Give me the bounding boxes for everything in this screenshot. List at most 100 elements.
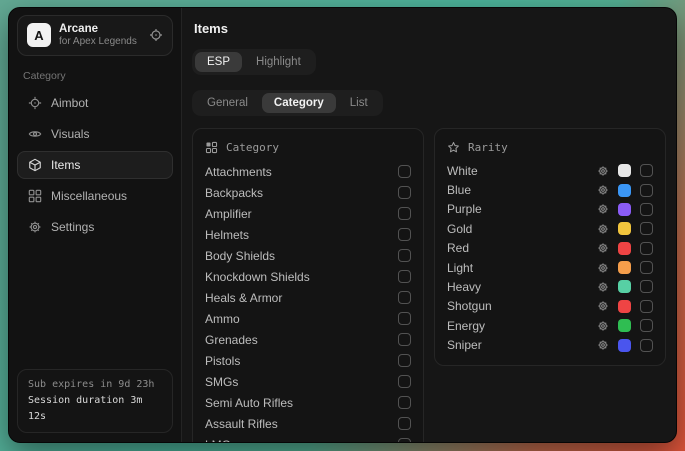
checkbox[interactable] [398, 207, 411, 220]
rarity-row-white[interactable]: White [447, 161, 653, 180]
checkbox[interactable] [398, 249, 411, 262]
checkbox[interactable] [640, 261, 653, 274]
sidebar-item-aimbot[interactable]: Aimbot [17, 89, 173, 117]
checkbox[interactable] [640, 242, 653, 255]
rarity-row-controls [597, 242, 653, 255]
checkbox[interactable] [398, 333, 411, 346]
gear-icon[interactable] [597, 165, 609, 177]
category-row-body-shields[interactable]: Body Shields [205, 245, 411, 266]
gear-icon[interactable] [597, 242, 609, 254]
sidebar-item-visuals[interactable]: Visuals [17, 120, 173, 148]
sub-expiry-text: Sub expires in 9d 23h [28, 377, 162, 393]
gear-icon[interactable] [597, 262, 609, 274]
rarity-rows: White Blue Purple Gold Red Light Heavy Shotgun E… [447, 161, 653, 355]
tab-category[interactable]: Category [262, 93, 336, 113]
rarity-row-energy[interactable]: Energy [447, 316, 653, 335]
color-swatch[interactable] [618, 261, 631, 274]
gear-icon[interactable] [597, 300, 609, 312]
category-row-smgs[interactable]: SMGs [205, 371, 411, 392]
color-swatch[interactable] [618, 184, 631, 197]
sidebar-item-settings[interactable]: Settings [17, 213, 173, 241]
checkbox[interactable] [640, 203, 653, 216]
subscription-card: Sub expires in 9d 23h Session duration 3… [17, 369, 173, 433]
checkbox[interactable] [640, 300, 653, 313]
sidebar-item-label: Miscellaneous [51, 189, 127, 203]
sidebar-item-label: Settings [51, 220, 94, 234]
category-row-heals-armor[interactable]: Heals & Armor [205, 287, 411, 308]
rarity-row-gold[interactable]: Gold [447, 219, 653, 238]
gear-icon[interactable] [597, 184, 609, 196]
rarity-row-heavy[interactable]: Heavy [447, 277, 653, 296]
color-swatch[interactable] [618, 280, 631, 293]
category-row-semi-auto-rifles[interactable]: Semi Auto Rifles [205, 392, 411, 413]
rarity-row-label: White [447, 164, 597, 178]
category-row-lmgs[interactable]: LMGs [205, 434, 411, 442]
checkbox[interactable] [398, 417, 411, 430]
category-row-amplifier[interactable]: Amplifier [205, 203, 411, 224]
tab-general[interactable]: General [195, 93, 260, 113]
rarity-row-label: Purple [447, 202, 597, 216]
color-swatch[interactable] [618, 164, 631, 177]
color-swatch[interactable] [618, 222, 631, 235]
checkbox[interactable] [398, 354, 411, 367]
checkbox[interactable] [398, 165, 411, 178]
checkbox[interactable] [640, 164, 653, 177]
rarity-row-purple[interactable]: Purple [447, 200, 653, 219]
checkbox[interactable] [398, 438, 411, 442]
rarity-row-controls [597, 222, 653, 235]
app-title: Arcane [59, 22, 137, 36]
rarity-row-shotgun[interactable]: Shotgun [447, 297, 653, 316]
color-swatch[interactable] [618, 203, 631, 216]
checkbox[interactable] [640, 339, 653, 352]
color-swatch[interactable] [618, 242, 631, 255]
rarity-row-label: Red [447, 241, 597, 255]
checkbox[interactable] [640, 280, 653, 293]
category-row-backpacks[interactable]: Backpacks [205, 182, 411, 203]
checkbox[interactable] [640, 184, 653, 197]
gear-icon[interactable] [597, 223, 609, 235]
target-icon[interactable] [149, 28, 163, 42]
checkbox[interactable] [640, 319, 653, 332]
category-row-ammo[interactable]: Ammo [205, 308, 411, 329]
rarity-row-red[interactable]: Red [447, 239, 653, 258]
gear-icon[interactable] [597, 281, 609, 293]
checkbox[interactable] [640, 222, 653, 235]
category-row-attachments[interactable]: Attachments [205, 161, 411, 182]
color-swatch[interactable] [618, 300, 631, 313]
sidebar-item-items[interactable]: Items [17, 151, 173, 179]
category-row-helmets[interactable]: Helmets [205, 224, 411, 245]
checkbox[interactable] [398, 396, 411, 409]
mode-esp[interactable]: ESP [195, 52, 242, 72]
category-row-label: Amplifier [205, 207, 398, 221]
category-row-label: Helmets [205, 228, 398, 242]
gear-icon[interactable] [597, 339, 609, 351]
session-duration-text: Session duration 3m 12s [28, 393, 162, 425]
rarity-row-label: Shotgun [447, 299, 597, 313]
checkbox[interactable] [398, 312, 411, 325]
rarity-row-label: Heavy [447, 280, 597, 294]
checkbox[interactable] [398, 228, 411, 241]
checkbox[interactable] [398, 186, 411, 199]
sidebar-item-label: Items [51, 158, 80, 172]
gear-icon[interactable] [597, 203, 609, 215]
main-content: Items ESPHighlight GeneralCategoryList C… [182, 8, 676, 442]
checkbox[interactable] [398, 270, 411, 283]
rarity-row-controls [597, 164, 653, 177]
rarity-row-light[interactable]: Light [447, 258, 653, 277]
checkbox[interactable] [398, 375, 411, 388]
category-row-grenades[interactable]: Grenades [205, 329, 411, 350]
color-swatch[interactable] [618, 319, 631, 332]
category-row-assault-rifles[interactable]: Assault Rifles [205, 413, 411, 434]
gear-icon[interactable] [597, 320, 609, 332]
rarity-row-label: Energy [447, 319, 597, 333]
category-row-pistols[interactable]: Pistols [205, 350, 411, 371]
color-swatch[interactable] [618, 339, 631, 352]
tab-list[interactable]: List [338, 93, 380, 113]
checkbox[interactable] [398, 291, 411, 304]
category-row-knockdown-shields[interactable]: Knockdown Shields [205, 266, 411, 287]
mode-highlight[interactable]: Highlight [244, 52, 313, 72]
sidebar-item-miscellaneous[interactable]: Miscellaneous [17, 182, 173, 210]
rarity-row-sniper[interactable]: Sniper [447, 335, 653, 354]
rarity-row-blue[interactable]: Blue [447, 180, 653, 199]
category-row-label: Heals & Armor [205, 291, 398, 305]
